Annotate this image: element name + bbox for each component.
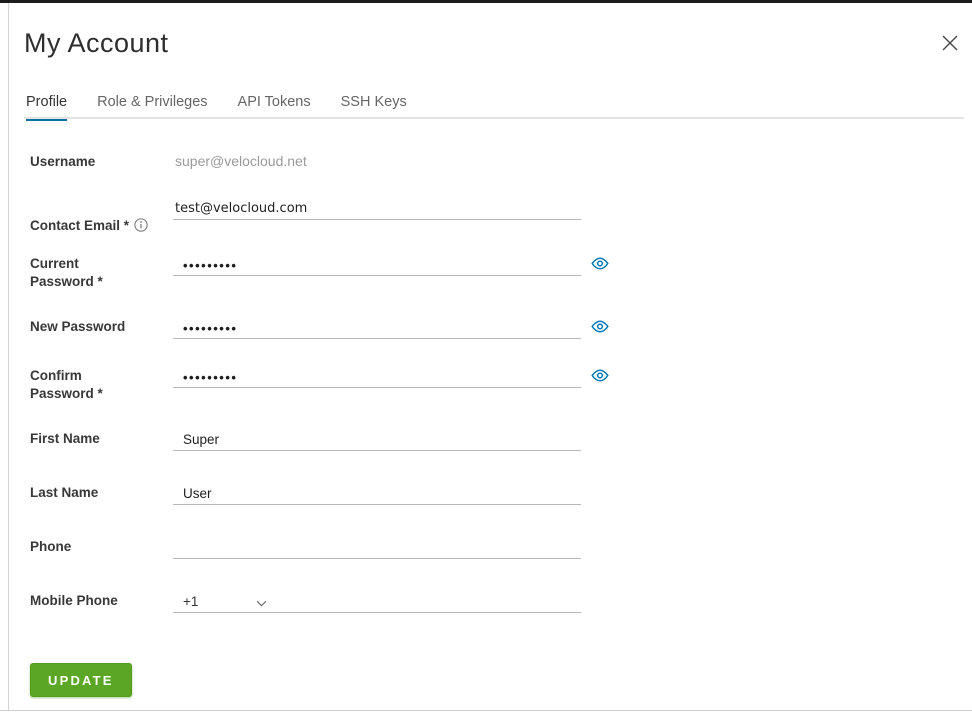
form-row-last-name: Last Name bbox=[30, 482, 581, 505]
form-row-username: Username super@velocloud.net bbox=[30, 151, 307, 171]
close-icon-glyph bbox=[942, 35, 958, 50]
current-password-eye-icon[interactable] bbox=[591, 256, 609, 274]
confirm-password-input[interactable] bbox=[173, 365, 581, 387]
chevron-down-icon bbox=[256, 594, 267, 612]
form-row-confirm-password: Confirm Password * bbox=[30, 365, 609, 403]
contact-email-input[interactable] bbox=[173, 197, 581, 219]
new-password-eye-icon[interactable] bbox=[591, 319, 609, 337]
modal-bottom-border bbox=[0, 710, 972, 711]
close-icon[interactable] bbox=[939, 33, 961, 55]
contact-email-label: Contact Email * bbox=[30, 197, 173, 237]
phone-label: Phone bbox=[30, 539, 72, 554]
update-button[interactable]: UPDATE bbox=[30, 663, 132, 697]
confirm-password-label: Confirm Password * bbox=[30, 368, 103, 401]
info-icon[interactable] bbox=[134, 218, 148, 237]
contact-email-label-text: Contact Email * bbox=[30, 218, 130, 233]
modal-left-border bbox=[8, 3, 9, 710]
mobile-phone-label: Mobile Phone bbox=[30, 593, 118, 608]
country-code-value: +1 bbox=[183, 594, 199, 609]
current-password-input[interactable] bbox=[173, 253, 581, 275]
first-name-input[interactable] bbox=[173, 428, 581, 450]
modal-title: My Account bbox=[24, 28, 169, 58]
country-code-select[interactable]: +1 bbox=[173, 590, 581, 613]
phone-underline bbox=[173, 536, 581, 559]
form-row-first-name: First Name bbox=[30, 428, 581, 451]
form-row-contact-email: Contact Email * bbox=[30, 197, 581, 237]
username-value: super@velocloud.net bbox=[175, 153, 307, 169]
new-password-underline bbox=[173, 316, 581, 339]
current-password-label: Current Password * bbox=[30, 256, 103, 289]
form-row-current-password: Current Password * bbox=[30, 253, 609, 291]
new-password-input[interactable] bbox=[173, 316, 581, 338]
last-name-label: Last Name bbox=[30, 485, 99, 500]
contact-email-underline bbox=[173, 197, 581, 220]
last-name-underline bbox=[173, 482, 581, 505]
username-label: Username bbox=[30, 154, 96, 169]
last-name-input[interactable] bbox=[173, 482, 581, 504]
tab-bar-divider bbox=[24, 117, 964, 119]
form-row-phone: Phone bbox=[30, 536, 581, 559]
phone-input[interactable] bbox=[173, 536, 581, 558]
first-name-label: First Name bbox=[30, 431, 100, 446]
current-password-underline bbox=[173, 253, 581, 276]
confirm-password-eye-icon[interactable] bbox=[591, 368, 609, 386]
window-top-edge bbox=[0, 0, 972, 3]
confirm-password-underline bbox=[173, 365, 581, 388]
first-name-underline bbox=[173, 428, 581, 451]
new-password-label: New Password bbox=[30, 319, 126, 334]
form-row-new-password: New Password bbox=[30, 316, 609, 339]
form-row-mobile-phone: Mobile Phone +1 bbox=[30, 590, 581, 613]
